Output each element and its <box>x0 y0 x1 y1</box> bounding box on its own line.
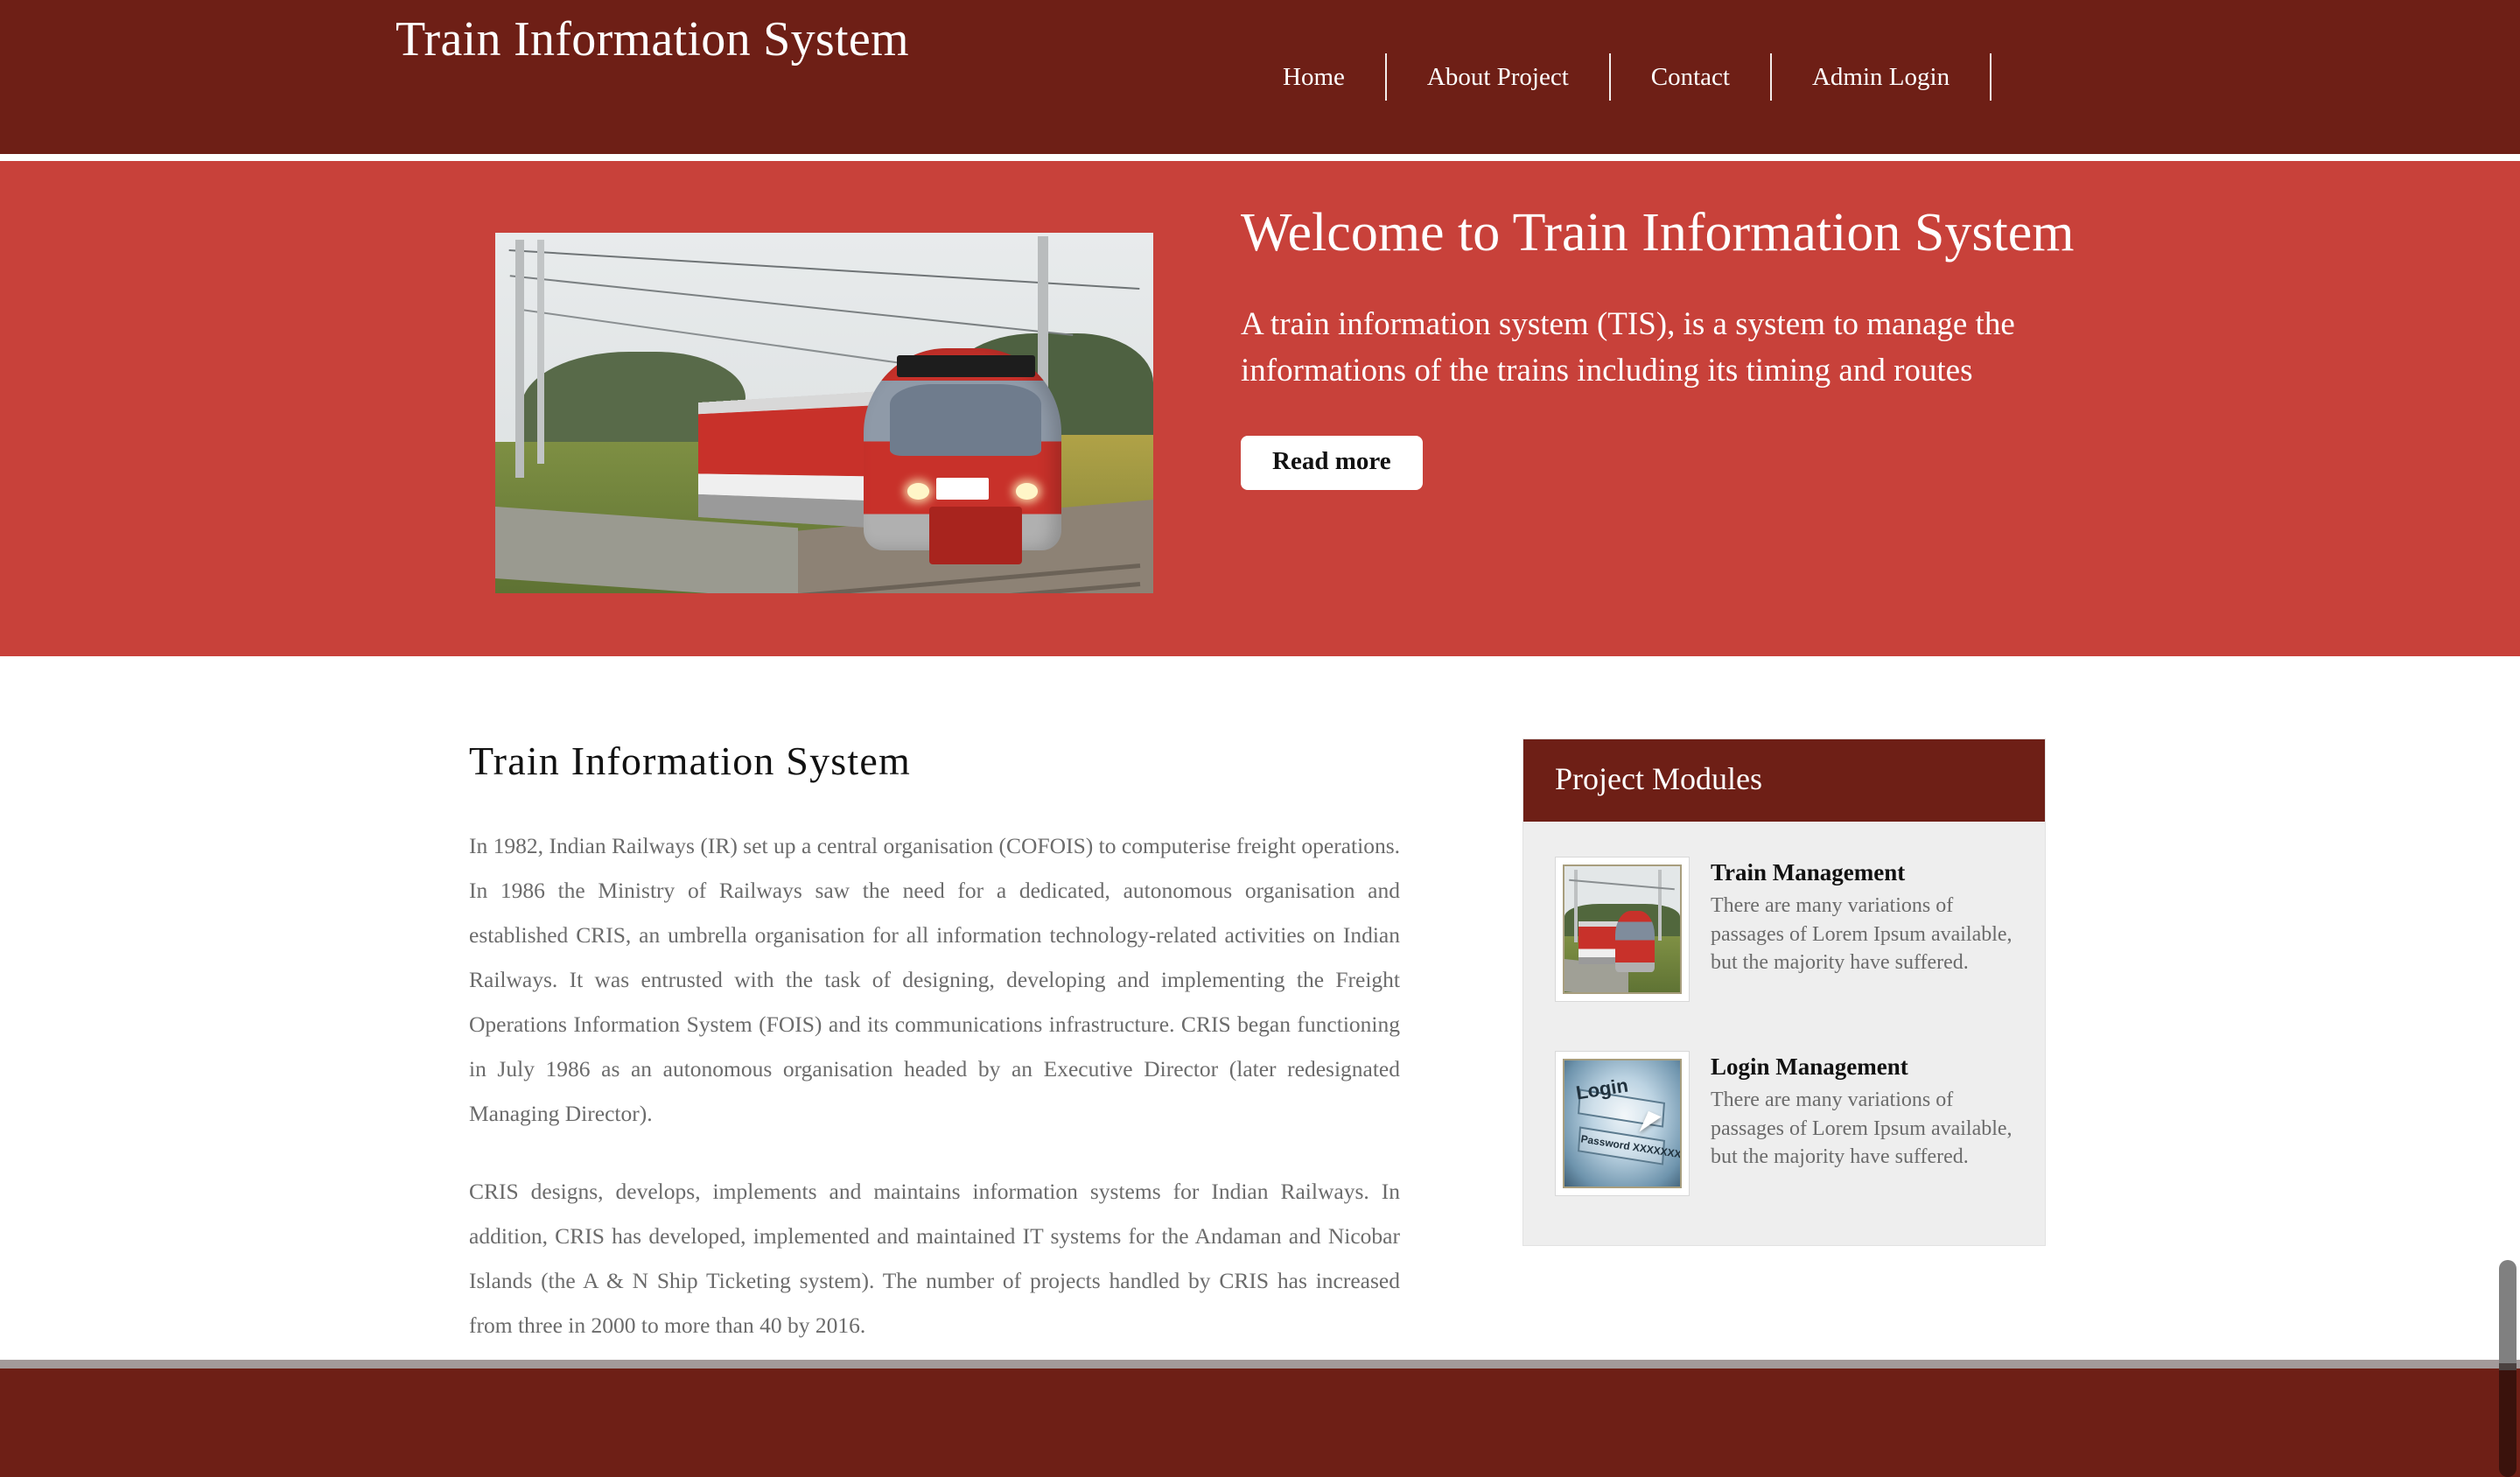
module-item-login-management[interactable]: Login Password XXXXXXXX Login Management… <box>1555 1050 2013 1196</box>
site-header: Train Information System Home About Proj… <box>0 0 2520 154</box>
page-scrollbar-thumb[interactable] <box>2499 1260 2516 1477</box>
nav-item-home[interactable]: Home <box>1242 64 1385 90</box>
nav-divider <box>1769 53 1772 101</box>
nav-divider <box>1384 53 1387 101</box>
nav-item-about-project[interactable]: About Project <box>1387 64 1609 90</box>
about-article: Train Information System In 1982, Indian… <box>469 737 1400 1348</box>
photo-headlight <box>1015 482 1039 500</box>
page-scrollbar[interactable] <box>2496 0 2520 1477</box>
page-title: Train Information System <box>469 738 911 783</box>
hero-banner: Welcome to Train Information System A tr… <box>0 161 2520 656</box>
module-description: There are many variations of passages of… <box>1711 1088 2012 1169</box>
main-navigation: Home About Project Contact Admin Login <box>1242 51 1992 103</box>
module-thumbnail-frame <box>1555 856 1690 1002</box>
login-thumbnail-icon: Login Password XXXXXXXX <box>1563 1058 1682 1188</box>
hero-image-frame <box>490 228 1158 598</box>
project-modules-panel: Project Modules Train Management There a… <box>1522 738 2046 1246</box>
page-root: Train Information System Home About Proj… <box>0 0 2520 1477</box>
photo-headlight <box>906 482 930 500</box>
hero-train-photo <box>495 233 1153 593</box>
project-modules-title: Project Modules <box>1523 739 2045 822</box>
module-text-block: Train Management There are many variatio… <box>1711 857 2013 977</box>
footer-top-rule <box>0 1360 2520 1368</box>
read-more-button[interactable]: Read more <box>1241 436 1423 491</box>
header-inner: Train Information System Home About Proj… <box>0 0 2520 154</box>
module-description: There are many variations of passages of… <box>1711 893 2012 975</box>
site-brand-title: Train Information System <box>396 12 909 66</box>
module-thumbnail-frame: Login Password XXXXXXXX <box>1555 1050 1690 1196</box>
module-title: Login Management <box>1711 1053 1908 1080</box>
nav-item-admin-login[interactable]: Admin Login <box>1772 64 1990 90</box>
nav-divider <box>1990 53 1992 101</box>
nav-item-contact[interactable]: Contact <box>1611 64 1770 90</box>
nav-divider <box>1608 53 1611 101</box>
thumb-catenary-mast <box>1657 869 1662 941</box>
main-content: Train Information System In 1982, Indian… <box>0 656 2520 1365</box>
photo-db-logo <box>935 478 989 500</box>
site-footer <box>0 1368 2520 1477</box>
train-thumbnail-icon <box>1563 864 1682 994</box>
thumb-train-cab <box>1615 911 1655 972</box>
hero-text-block: Welcome to Train Information System A tr… <box>1241 201 2116 491</box>
article-paragraph-1: In 1982, Indian Railways (IR) set up a c… <box>469 833 1400 1127</box>
hero-title: Welcome to Train Information System <box>1241 203 2075 262</box>
photo-catenary-mast <box>514 240 525 479</box>
project-modules-list: Train Management There are many variatio… <box>1523 822 2045 1245</box>
hero-subtitle: A train information system (TIS), is a s… <box>1241 306 2015 388</box>
module-title: Train Management <box>1711 858 1906 886</box>
photo-destination-display <box>896 355 1035 377</box>
module-text-block: Login Management There are many variatio… <box>1711 1051 2013 1172</box>
photo-windscreen <box>890 384 1042 457</box>
photo-front-skirt <box>929 507 1022 565</box>
article-paragraph-2: CRIS designs, develops, implements and m… <box>469 1179 1400 1339</box>
module-item-train-management[interactable]: Train Management There are many variatio… <box>1555 856 2013 1002</box>
photo-catenary-mast <box>537 240 545 464</box>
